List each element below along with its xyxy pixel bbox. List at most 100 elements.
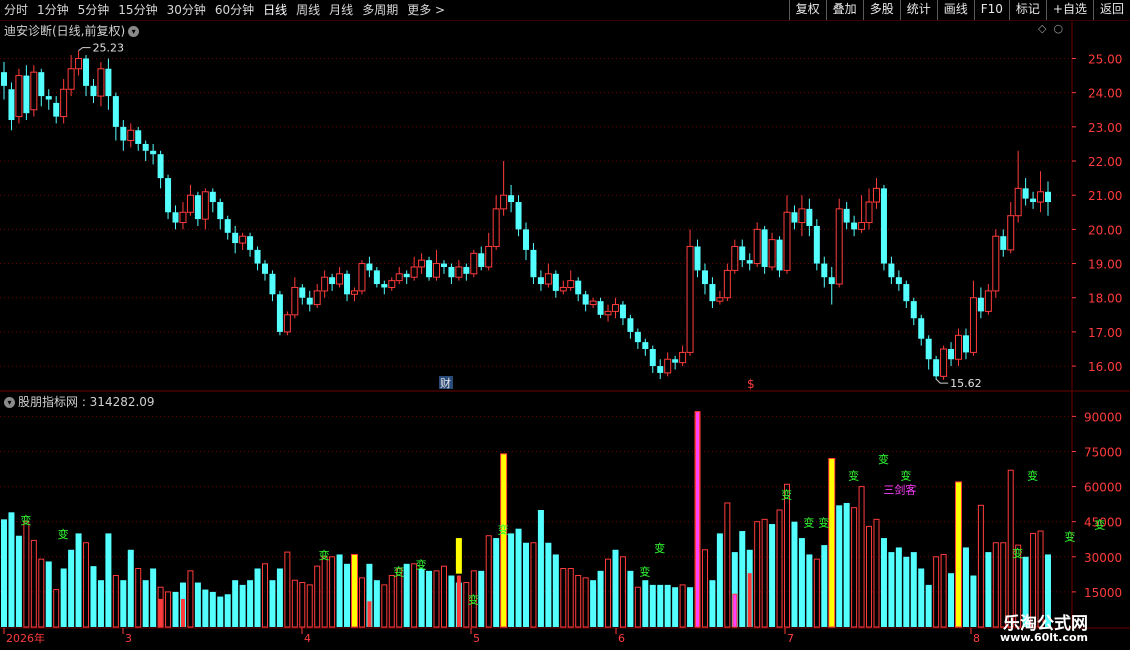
candle-body-19 bbox=[142, 143, 149, 151]
candle-body-35 bbox=[262, 263, 268, 274]
candle-body-80 bbox=[597, 301, 604, 315]
candle-body-39 bbox=[291, 286, 299, 316]
candle-body-116 bbox=[865, 201, 873, 224]
bian-label-5: 变 bbox=[468, 593, 479, 607]
signal-small-0 bbox=[455, 538, 462, 574]
candle-body-108 bbox=[806, 208, 813, 226]
candle-body-135 bbox=[1007, 215, 1015, 251]
candle-body-71 bbox=[530, 249, 537, 278]
volume-bar-27 bbox=[202, 589, 209, 627]
candle-body-138 bbox=[1030, 198, 1037, 203]
candle-body-122 bbox=[910, 301, 917, 319]
volume-bar-88 bbox=[657, 584, 664, 627]
bian-label-10: 变 bbox=[803, 515, 814, 529]
bian-label-0: 变 bbox=[20, 513, 31, 527]
x-tick-label-0: 2026年 bbox=[6, 631, 45, 645]
volume-bar-92 bbox=[687, 587, 694, 627]
volume-bar-46 bbox=[344, 563, 351, 627]
candle-body-140 bbox=[1045, 191, 1051, 203]
sanjian-label: 三剑客 bbox=[883, 483, 916, 497]
volume-bar-79 bbox=[590, 580, 597, 627]
candle-body-13 bbox=[97, 68, 105, 97]
volume-bar-77 bbox=[575, 575, 582, 628]
signal-bar-2 bbox=[828, 458, 836, 628]
candle-body-37 bbox=[276, 294, 283, 332]
candle-body-60 bbox=[448, 266, 455, 278]
bian-label-3: 变 bbox=[393, 565, 404, 579]
watermark-url: www.60lt.com bbox=[1000, 631, 1089, 644]
volume-bar-35 bbox=[262, 563, 268, 628]
candle-body-33 bbox=[247, 236, 254, 250]
volume-bar-109 bbox=[813, 558, 820, 628]
price-tick-label-0: 25.00 bbox=[1088, 53, 1122, 67]
volume-bar-74 bbox=[552, 554, 559, 627]
volume-bar-113 bbox=[843, 502, 850, 627]
price-tick-label-8: 17.00 bbox=[1088, 326, 1122, 340]
candle-body-34 bbox=[254, 249, 261, 264]
candle-body-106 bbox=[791, 212, 798, 223]
candle-body-59 bbox=[440, 263, 447, 267]
candle-body-133 bbox=[992, 235, 1000, 292]
volume-bar-90 bbox=[672, 587, 679, 627]
volume-bar-50 bbox=[373, 580, 380, 627]
volume-bar-123 bbox=[918, 568, 925, 627]
candle-body-8 bbox=[60, 88, 68, 118]
candle-body-132 bbox=[984, 290, 992, 312]
volume-bar-96 bbox=[716, 533, 723, 627]
candle-body-114 bbox=[851, 222, 858, 230]
candle-body-77 bbox=[575, 280, 582, 295]
candle-body-57 bbox=[426, 260, 433, 278]
candle-body-45 bbox=[336, 273, 344, 285]
volume-bar-84 bbox=[627, 570, 634, 627]
x-tick-label-1: 3 bbox=[125, 632, 132, 645]
vol-tick-label-1: 75000 bbox=[1084, 445, 1122, 459]
candle-body-126 bbox=[940, 348, 948, 377]
candle-body-7 bbox=[53, 102, 60, 117]
volume-bar-2 bbox=[15, 535, 22, 627]
bian-label-4: 变 bbox=[416, 557, 427, 571]
candle-body-6 bbox=[45, 96, 52, 100]
volume-bar-45 bbox=[336, 554, 343, 627]
vol-tick-label-4: 30000 bbox=[1084, 551, 1122, 565]
candle-body-2 bbox=[15, 75, 23, 118]
candle-body-125 bbox=[933, 359, 940, 377]
signal-bar-3 bbox=[955, 481, 963, 628]
price-tick-label-2: 23.00 bbox=[1088, 121, 1122, 135]
candle-body-79 bbox=[589, 300, 597, 306]
volume-bar-105 bbox=[784, 483, 790, 628]
candle-body-65 bbox=[485, 245, 493, 268]
price-tick-label-9: 16.00 bbox=[1088, 360, 1122, 374]
volume-bar-130 bbox=[970, 575, 977, 627]
candle-body-64 bbox=[478, 253, 485, 267]
volume-bar-86 bbox=[642, 580, 649, 627]
candle-body-97 bbox=[723, 269, 731, 299]
candle-body-1 bbox=[8, 89, 15, 121]
volume-bar-99 bbox=[739, 531, 746, 627]
volume-bar-80 bbox=[597, 570, 604, 627]
candle-body-52 bbox=[388, 280, 396, 288]
candle-body-102 bbox=[761, 229, 768, 267]
candle-body-0 bbox=[1, 72, 7, 86]
stock-chart[interactable]: 25.00 24.00 23.00 22.00 21.00 20.00 19.00 18.00… bbox=[0, 0, 1130, 650]
candle-body-124 bbox=[925, 338, 932, 360]
candle-body-3 bbox=[23, 75, 30, 114]
candle-body-78 bbox=[582, 294, 589, 305]
volume-bar-115 bbox=[858, 486, 865, 628]
vol-tick-label-5: 15000 bbox=[1084, 586, 1122, 600]
candle-body-66 bbox=[492, 208, 500, 247]
volume-bar-13 bbox=[97, 580, 104, 627]
volume-bar-72 bbox=[537, 509, 544, 627]
candle-body-36 bbox=[269, 273, 276, 295]
volume-series: 变变变变变变变变变变变 变变变变变变变变三剑客 bbox=[1, 411, 1105, 628]
volume-bar-19 bbox=[142, 580, 149, 627]
candle-body-69 bbox=[515, 202, 522, 230]
volume-bar-133 bbox=[992, 542, 999, 628]
candle-body-96 bbox=[716, 297, 724, 302]
volume-bar-127 bbox=[948, 573, 955, 627]
candle-body-24 bbox=[179, 211, 187, 224]
volume-bar-68 bbox=[508, 533, 515, 627]
volume-bar-120 bbox=[895, 547, 902, 627]
volume-bar-22 bbox=[165, 591, 172, 628]
bian-label-6: 变 bbox=[498, 522, 509, 536]
candle-body-131 bbox=[977, 297, 984, 312]
